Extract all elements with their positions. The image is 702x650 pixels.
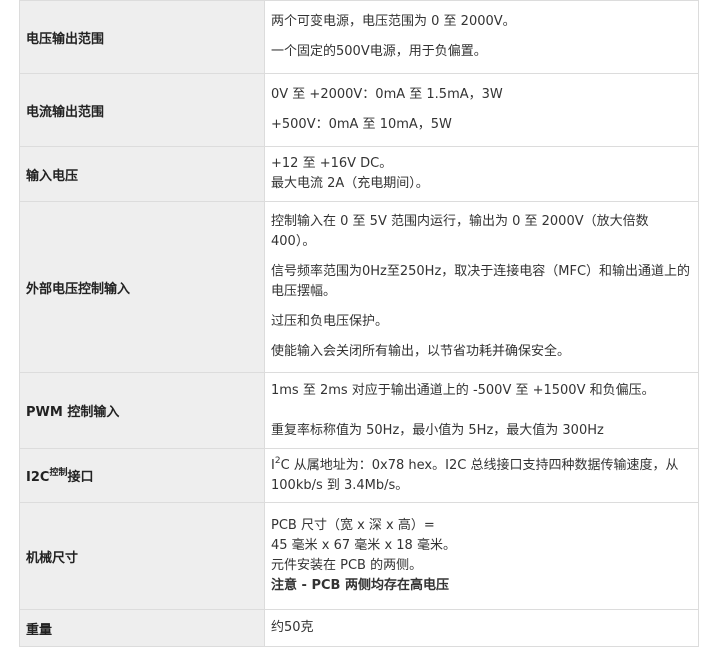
value-line: 重复率标称值为 50Hz，最小值为 5Hz，最大值为 300Hz bbox=[271, 422, 604, 438]
value-part: C 从属地址为：0x78 hex。I2C 总线接口支持四种数据传输速度，从 10… bbox=[271, 457, 679, 493]
value-line: 元件安装在 PCB 的两侧。 bbox=[271, 558, 423, 573]
table-row: 电流输出范围 0V 至 +2000V：0mA 至 1.5mA，3W +500V：… bbox=[19, 73, 699, 147]
row-label: I2C控制接口 bbox=[19, 448, 265, 503]
row-value: 两个可变电源，电压范围为 0 至 2000V。 一个固定的500V电源，用于负偏… bbox=[264, 0, 699, 74]
value-line: I2C 从属地址为：0x78 hex。I2C 总线接口支持四种数据传输速度，从 … bbox=[271, 456, 692, 496]
value-line: 控制输入在 0 至 5V 范围内运行，输出为 0 至 2000V（放大倍数 40… bbox=[271, 214, 649, 249]
value-line: 一个固定的500V电源，用于负偏置。 bbox=[271, 44, 487, 59]
table-row: 输入电压 +12 至 +16V DC。 最大电流 2A（充电期间）。 bbox=[19, 146, 699, 202]
row-value: 控制输入在 0 至 5V 范围内运行，输出为 0 至 2000V（放大倍数 40… bbox=[264, 201, 699, 373]
table-row: 重量 约50克 bbox=[19, 609, 699, 647]
row-value: +12 至 +16V DC。 最大电流 2A（充电期间）。 bbox=[264, 146, 699, 202]
table-row: I2C控制接口 I2C 从属地址为：0x78 hex。I2C 总线接口支持四种数… bbox=[19, 448, 699, 503]
row-label-part: 接口 bbox=[67, 470, 94, 485]
row-label: PWM 控制输入 bbox=[19, 372, 265, 449]
row-value: I2C 从属地址为：0x78 hex。I2C 总线接口支持四种数据传输速度，从 … bbox=[264, 448, 699, 503]
value-line: 最大电流 2A（充电期间）。 bbox=[271, 176, 429, 191]
value-line: 两个可变电源，电压范围为 0 至 2000V。 bbox=[271, 14, 516, 29]
value-line: 1ms 至 2ms 对应于输出通道上的 -500V 至 +1500V 和负偏压。 bbox=[271, 382, 655, 398]
row-label: 电流输出范围 bbox=[19, 73, 265, 147]
value-line: 过压和负电压保护。 bbox=[271, 314, 389, 329]
row-value: 约50克 bbox=[264, 609, 699, 647]
row-label: 电压输出范围 bbox=[19, 0, 265, 74]
value-line: 0V 至 +2000V：0mA 至 1.5mA，3W bbox=[271, 87, 503, 102]
row-label: 机械尺寸 bbox=[19, 502, 265, 610]
row-label: 外部电压控制输入 bbox=[19, 201, 265, 373]
value-line: +500V：0mA 至 10mA，5W bbox=[271, 117, 452, 132]
warning-note: 注意 - PCB 两侧均存在高电压 bbox=[271, 578, 449, 593]
value-line: 45 毫米 x 67 毫米 x 18 毫米。 bbox=[271, 538, 456, 553]
row-label-part: I2C bbox=[26, 470, 50, 485]
value-line: +12 至 +16V DC。 bbox=[271, 156, 393, 171]
spec-table: 电压输出范围 两个可变电源，电压范围为 0 至 2000V。 一个固定的500V… bbox=[19, 0, 699, 647]
table-row: 外部电压控制输入 控制输入在 0 至 5V 范围内运行，输出为 0 至 2000… bbox=[19, 201, 699, 373]
value-line: PCB 尺寸（宽 x 深 x 高）= bbox=[271, 518, 435, 533]
row-label: 重量 bbox=[19, 609, 265, 647]
value-line: 使能输入会关闭所有输出，以节省功耗并确保安全。 bbox=[271, 344, 571, 359]
table-row: PWM 控制输入 1ms 至 2ms 对应于输出通道上的 -500V 至 +15… bbox=[19, 372, 699, 449]
table-row: 机械尺寸 PCB 尺寸（宽 x 深 x 高）= 45 毫米 x 67 毫米 x … bbox=[19, 502, 699, 610]
row-label: 输入电压 bbox=[19, 146, 265, 202]
row-value: 1ms 至 2ms 对应于输出通道上的 -500V 至 +1500V 和负偏压。… bbox=[264, 372, 699, 449]
row-value: 0V 至 +2000V：0mA 至 1.5mA，3W +500V：0mA 至 1… bbox=[264, 73, 699, 147]
row-label-sup: 控制 bbox=[49, 468, 68, 478]
table-row: 电压输出范围 两个可变电源，电压范围为 0 至 2000V。 一个固定的500V… bbox=[19, 0, 699, 74]
value-line: 信号频率范围为0Hz至250Hz，取决于连接电容（MFC）和输出通道上的电压摆幅… bbox=[271, 264, 691, 299]
row-value: PCB 尺寸（宽 x 深 x 高）= 45 毫米 x 67 毫米 x 18 毫米… bbox=[264, 502, 699, 610]
value-line: 约50克 bbox=[271, 620, 314, 635]
